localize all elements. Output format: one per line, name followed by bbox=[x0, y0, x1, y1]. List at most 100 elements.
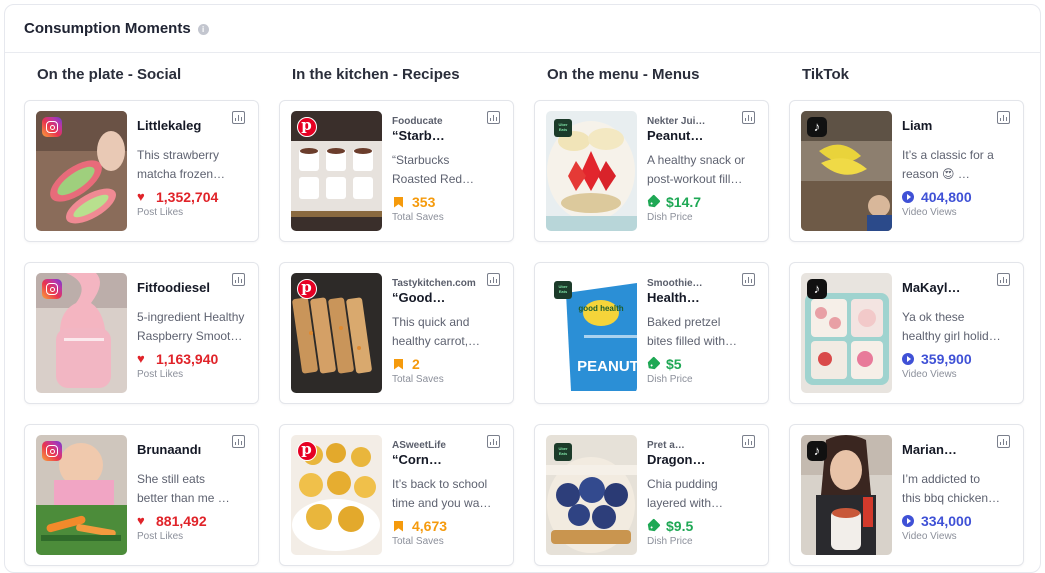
card-title: “Corn… bbox=[392, 452, 442, 467]
card-info: Tastykitchen.com “Good… This quick and he… bbox=[392, 277, 504, 385]
metric-value: $5 bbox=[666, 356, 682, 372]
bookmark-icon bbox=[394, 520, 403, 532]
metric: 404,800 bbox=[902, 188, 1014, 206]
post-thumbnail[interactable] bbox=[291, 273, 382, 393]
metric: ♥ 1,163,940 bbox=[137, 350, 249, 368]
card-source: Nekter Jui… bbox=[647, 116, 706, 127]
content-card[interactable]: Littlekaleg This strawberry matcha frozen… bbox=[24, 100, 259, 242]
metric-label: Video Views bbox=[902, 369, 957, 380]
metric: $14.7 bbox=[647, 193, 759, 211]
column-recipes: In the kitchen - Recipes Fooducate “Star… bbox=[279, 64, 514, 572]
card-description: “Starbucks Roasted Red… bbox=[392, 153, 475, 186]
content-card[interactable]: Brunaandı She still eats better than me …… bbox=[24, 424, 259, 566]
heart-icon: ♥ bbox=[137, 189, 145, 204]
card-description: I’m addicted to this bbq chicken… bbox=[902, 472, 1001, 505]
post-thumbnail[interactable] bbox=[36, 435, 127, 555]
post-thumbnail[interactable] bbox=[801, 273, 892, 393]
column-tiktok: TikTok Liam It’s a classic for areason 😍… bbox=[789, 64, 1024, 572]
metric-label: Video Views bbox=[902, 207, 957, 218]
post-thumbnail[interactable] bbox=[546, 435, 637, 555]
instagram-icon bbox=[42, 441, 62, 461]
column-social: On the plate - Social Littlekaleg This s… bbox=[24, 64, 259, 572]
columns: On the plate - Social Littlekaleg This s… bbox=[24, 64, 1024, 572]
metric: $5 bbox=[647, 355, 759, 373]
metric-value: $14.7 bbox=[666, 194, 702, 210]
metric-label: Total Saves bbox=[392, 212, 444, 223]
column-menus: On the menu - Menus Nekter Jui… Peanut… … bbox=[534, 64, 769, 572]
content-card[interactable]: Fooducate “Starb… “StarbucksRoasted Red…… bbox=[279, 100, 514, 242]
panel-title: Consumption Moments bbox=[24, 20, 191, 37]
svg-text:good health: good health bbox=[578, 304, 623, 313]
card-info: Fooducate “Starb… “Starbucks Roasted Red…… bbox=[392, 115, 504, 223]
tiktok-icon bbox=[807, 279, 827, 299]
card-info: Liam It’s a classic for a reason 😍 … 404,… bbox=[902, 115, 1014, 218]
card-title: “Good… bbox=[392, 290, 446, 305]
content-card[interactable]: Marian… I’m addicted tothis bbq chicken…… bbox=[789, 424, 1024, 566]
card-info: MaKayl… Ya ok these healthy girl holid… 3… bbox=[902, 277, 1014, 380]
uber-eats-icon bbox=[554, 281, 572, 299]
post-thumbnail[interactable] bbox=[36, 111, 127, 231]
metric-label: Post Likes bbox=[137, 369, 184, 380]
pinterest-icon bbox=[297, 278, 317, 299]
metric-label: Dish Price bbox=[647, 374, 693, 385]
pinterest-icon bbox=[297, 116, 317, 137]
card-info: ASweetLife “Corn… It’s back to school tim… bbox=[392, 439, 504, 547]
column-title: TikTok bbox=[802, 66, 849, 83]
metric-value: 359,900 bbox=[921, 351, 972, 367]
metric: 4,673 bbox=[392, 517, 504, 535]
bookmark-icon bbox=[394, 196, 403, 208]
metric-value: 1,352,704 bbox=[156, 189, 219, 205]
play-icon bbox=[902, 353, 914, 365]
content-card[interactable]: MaKayl… Ya ok thesehealthy girl holid… 3… bbox=[789, 262, 1024, 404]
content-card[interactable]: good health PEANUT Smoothie… Health… Bake… bbox=[534, 262, 769, 404]
metric: 359,900 bbox=[902, 350, 1014, 368]
info-icon[interactable]: i bbox=[197, 24, 209, 35]
metric: 353 bbox=[392, 193, 504, 211]
play-icon bbox=[902, 191, 914, 203]
post-thumbnail[interactable] bbox=[546, 111, 637, 231]
content-card[interactable]: ASweetLife “Corn… It’s back to schooltim… bbox=[279, 424, 514, 566]
post-thumbnail[interactable]: good health PEANUT bbox=[546, 273, 637, 393]
content-card[interactable]: Liam It’s a classic for areason 😍 … 404,… bbox=[789, 100, 1024, 242]
metric-label: Dish Price bbox=[647, 536, 693, 547]
card-description: Ya ok these healthy girl holid… bbox=[902, 310, 1001, 343]
consumption-moments-panel: Consumption Moments i On the plate - Soc… bbox=[4, 4, 1041, 573]
post-thumbnail[interactable] bbox=[801, 435, 892, 555]
card-title: Fitfoodiesel bbox=[137, 280, 210, 295]
content-card[interactable]: Fitfoodiesel 5-ingredient Healthy Raspber… bbox=[24, 262, 259, 404]
instagram-icon bbox=[42, 117, 62, 137]
post-thumbnail[interactable] bbox=[291, 435, 382, 555]
metric-label: Total Saves bbox=[392, 536, 444, 547]
post-thumbnail[interactable] bbox=[36, 273, 127, 393]
card-title: Liam bbox=[902, 118, 933, 133]
card-description: Baked pretzel bites filled with… bbox=[647, 315, 738, 348]
card-description: A healthy snack or post-workout fill… bbox=[647, 153, 746, 186]
card-description: 5-ingredient Healthy Raspberry Smoothie… bbox=[137, 310, 249, 343]
price-tag-icon bbox=[645, 194, 661, 210]
content-card[interactable]: Nekter Jui… Peanut… A healthy snack orpo… bbox=[534, 100, 769, 242]
metric: 334,000 bbox=[902, 512, 1014, 530]
card-title: Peanut… bbox=[647, 128, 704, 143]
pinterest-icon bbox=[297, 440, 317, 461]
tiktok-icon bbox=[807, 117, 827, 137]
card-title: Dragon… bbox=[647, 452, 706, 467]
post-thumbnail[interactable] bbox=[801, 111, 892, 231]
content-card[interactable]: Tastykitchen.com “Good… This quick andhe… bbox=[279, 262, 514, 404]
metric-label: Post Likes bbox=[137, 531, 184, 542]
card-description: Chia pudding layered with… bbox=[647, 477, 724, 510]
post-thumbnail[interactable] bbox=[291, 111, 382, 231]
metric: $9.5 bbox=[647, 517, 759, 535]
metric: ♥ 1,352,704 bbox=[137, 188, 249, 206]
heart-icon: ♥ bbox=[137, 513, 145, 528]
play-icon bbox=[902, 515, 914, 527]
column-title: In the kitchen - Recipes bbox=[292, 66, 460, 83]
uber-eats-icon bbox=[554, 443, 572, 461]
content-card[interactable]: Pret a… Dragon… Chia puddinglayered with… bbox=[534, 424, 769, 566]
card-title: Brunaandı bbox=[137, 442, 202, 457]
card-title: Littlekaleg bbox=[137, 118, 202, 133]
card-title: Health… bbox=[647, 290, 700, 305]
card-title: Marian… bbox=[902, 442, 957, 457]
card-description: This strawberry matcha frozen… bbox=[137, 148, 226, 181]
metric-value: 404,800 bbox=[921, 189, 972, 205]
card-description: She still eats better than me … bbox=[137, 472, 230, 505]
